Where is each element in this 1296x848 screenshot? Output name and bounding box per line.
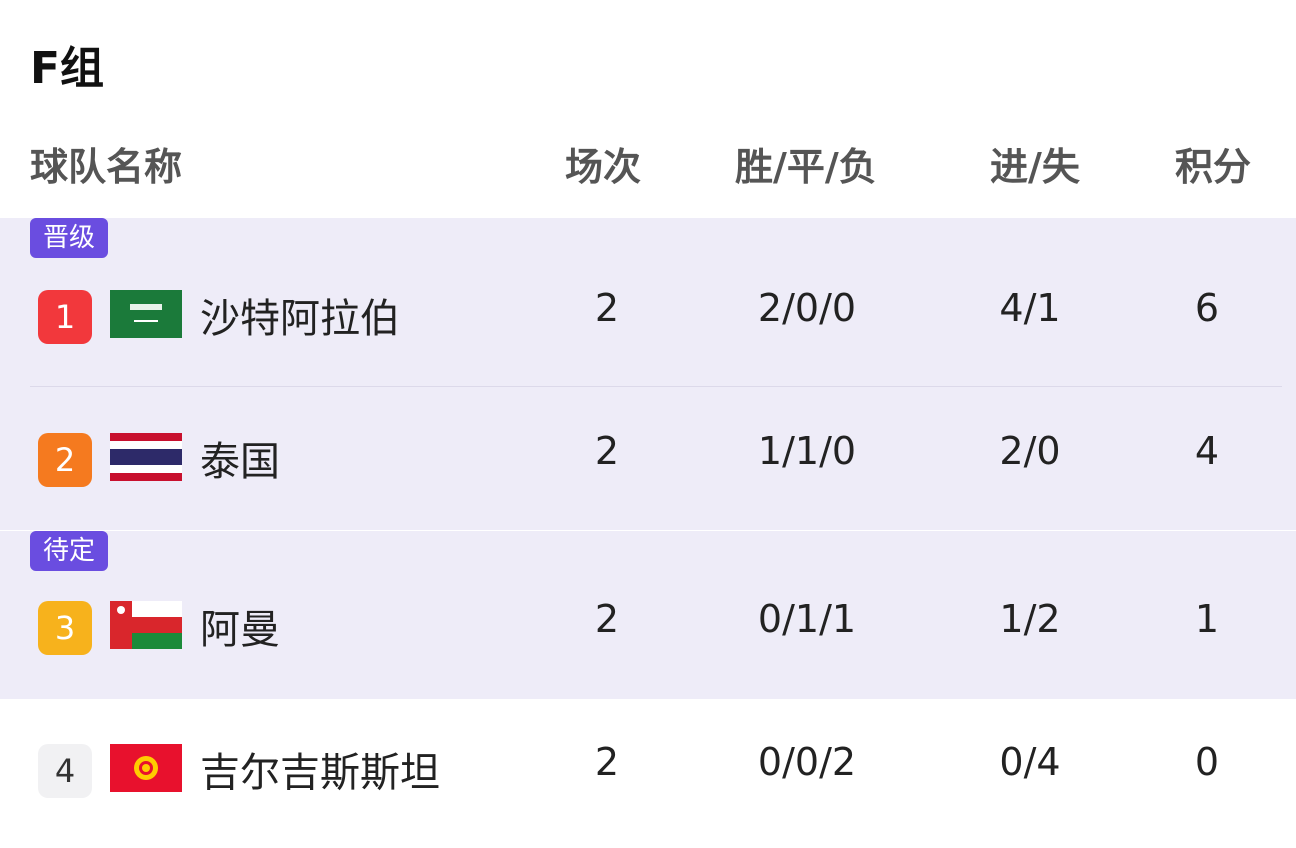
column-header-points: 积分 xyxy=(1175,145,1252,189)
goals-value: 2/0 xyxy=(999,429,1061,473)
wdl-value: 1/1/0 xyxy=(757,429,857,473)
team-name: 泰国 xyxy=(200,439,280,485)
table-header: 球队名称 场次 胜/平/负 进/失 积分 xyxy=(0,118,1296,208)
points-value: 1 xyxy=(1194,597,1220,641)
row-divider xyxy=(30,386,1282,387)
column-header-played: 场次 xyxy=(565,145,642,189)
points-value: 0 xyxy=(1194,740,1220,784)
rank-badge: 2 xyxy=(38,433,92,487)
goals-value: 1/2 xyxy=(999,597,1061,641)
rank-badge: 1 xyxy=(38,290,92,344)
wdl-value: 2/0/0 xyxy=(757,286,857,330)
table-row[interactable]: 4 吉尔吉斯斯坦 2 0/0/2 0/4 0 xyxy=(0,720,1296,820)
kyrgyzstan-flag-icon xyxy=(110,744,182,792)
column-header-goals: 进/失 xyxy=(990,145,1080,189)
saudi-arabia-flag-icon xyxy=(110,290,182,338)
team-name: 吉尔吉斯斯坦 xyxy=(200,750,440,796)
rank-badge: 3 xyxy=(38,601,92,655)
played-value: 2 xyxy=(594,740,620,784)
oman-flag-icon xyxy=(110,601,182,649)
column-header-wdl: 胜/平/负 xyxy=(735,145,877,189)
played-value: 2 xyxy=(594,429,620,473)
pending-badge: 待定 xyxy=(30,531,109,571)
thailand-flag-icon xyxy=(110,433,182,481)
points-value: 6 xyxy=(1194,286,1220,330)
table-row[interactable]: 2 泰国 2 1/1/0 2/0 4 xyxy=(0,409,1296,509)
group-title: F组 xyxy=(30,43,105,94)
team-name: 沙特阿拉伯 xyxy=(200,296,400,342)
goals-value: 0/4 xyxy=(999,740,1061,784)
played-value: 2 xyxy=(594,286,620,330)
team-name: 阿曼 xyxy=(200,607,280,653)
played-value: 2 xyxy=(594,597,620,641)
table-row[interactable]: 1 沙特阿拉伯 2 2/0/0 4/1 6 xyxy=(0,266,1296,366)
goals-value: 4/1 xyxy=(999,286,1061,330)
wdl-value: 0/0/2 xyxy=(757,740,857,784)
table-row[interactable]: 3 阿曼 2 0/1/1 1/2 1 xyxy=(0,577,1296,677)
points-value: 4 xyxy=(1194,429,1220,473)
wdl-value: 0/1/1 xyxy=(757,597,857,641)
rank-badge: 4 xyxy=(38,744,92,798)
column-header-team: 球队名称 xyxy=(30,145,183,189)
qualified-badge: 晋级 xyxy=(30,218,109,258)
